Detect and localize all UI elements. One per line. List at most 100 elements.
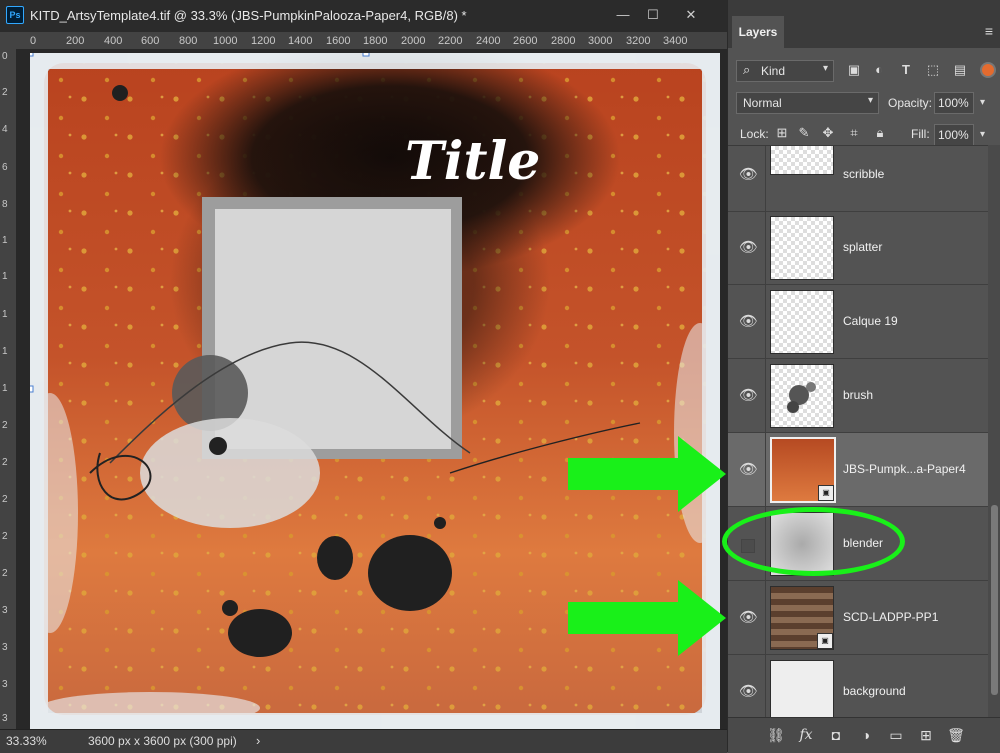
layer-row-scribble[interactable]: 👁︎ scribble <box>728 146 988 212</box>
ruler-tick: 1 <box>2 346 8 357</box>
vertical-ruler[interactable]: 0 2 4 6 8 1 1 1 1 1 2 2 2 2 2 3 3 3 3 <box>0 49 17 729</box>
layer-mask-icon[interactable]: ◘ <box>826 726 846 744</box>
layer-name[interactable]: splatter <box>843 240 882 254</box>
layers-panel-footer: ⛓︎ fx ◘ ◑ ▭ ⊞ 🗑︎ <box>728 717 1000 753</box>
ruler-tick: 8 <box>2 199 8 210</box>
link-layers-icon[interactable]: ⛓︎ <box>766 726 786 744</box>
ruler-tick: 2 <box>2 531 8 542</box>
ruler-tick: 4 <box>2 124 8 135</box>
ruler-tick: 2 <box>2 420 8 431</box>
smart-object-filter-icon[interactable]: ▤ <box>952 62 968 78</box>
layer-thumbnail <box>770 364 834 428</box>
fill-value: 100% <box>938 128 969 142</box>
ruler-tick: 1400 <box>288 35 313 47</box>
eye-icon[interactable]: 👁︎ <box>739 387 758 405</box>
green-highlight-ellipse <box>722 507 905 576</box>
status-bar: 33.33% 3600 px x 3600 px (300 ppi) › <box>0 729 727 753</box>
ruler-origin[interactable] <box>0 32 16 49</box>
ruler-tick: 400 <box>104 35 123 47</box>
eye-icon[interactable]: 👁︎ <box>739 239 758 257</box>
fill-slider-chevron-icon[interactable]: ▾ <box>980 129 985 140</box>
layers-scrollbar[interactable] <box>988 145 1000 717</box>
group-folder-icon[interactable]: ▭ <box>886 726 906 744</box>
layer-row-calque-19[interactable]: 👁︎ Calque 19 <box>728 285 988 359</box>
divider <box>765 146 766 211</box>
horizontal-ruler[interactable]: 0 200 400 600 800 1000 1200 1400 1600 18… <box>16 32 727 50</box>
layers-panel: Layers ≡ ⌕ Kind ▾ ▣ ◐ T ⬚ ▤ Normal ▾ Opa… <box>727 0 1000 753</box>
adjustment-layer-icon[interactable]: ◑ <box>856 726 876 744</box>
fx-icon[interactable]: fx <box>796 726 816 744</box>
lock-image-pixels-icon[interactable]: ✎ <box>796 125 812 141</box>
divider <box>765 285 766 358</box>
image-filter-icon[interactable]: ▣ <box>846 62 862 78</box>
opacity-field[interactable]: 100% <box>934 92 974 114</box>
eye-icon[interactable]: 👁︎ <box>739 683 758 701</box>
layer-name[interactable]: background <box>843 684 906 698</box>
eye-icon[interactable]: 👁︎ <box>739 313 758 331</box>
fill-field[interactable]: 100% <box>934 124 974 146</box>
document-title-bar[interactable]: Ps KITD_ArtsyTemplate4.tif @ 33.3% (JBS-… <box>0 0 727 32</box>
scrollbar-thumb[interactable] <box>991 505 998 695</box>
lock-position-icon[interactable]: ✥ <box>820 125 836 141</box>
status-menu-arrow[interactable]: › <box>256 733 260 748</box>
ruler-tick: 1 <box>2 383 8 394</box>
ruler-tick: 2200 <box>438 35 463 47</box>
layer-thumbnail: ▣ <box>770 586 834 650</box>
shape-filter-icon[interactable]: ⬚ <box>925 62 941 78</box>
delete-layer-icon[interactable]: 🗑︎ <box>946 726 966 744</box>
ruler-tick: 1 <box>2 309 8 320</box>
photo-placeholder[interactable] <box>215 209 451 449</box>
minimize-button[interactable]: — <box>612 6 634 24</box>
ruler-tick: 1600 <box>326 35 351 47</box>
zoom-level[interactable]: 33.33% <box>6 734 47 748</box>
ruler-tick: 1 <box>2 235 8 246</box>
ruler-tick: 2400 <box>476 35 501 47</box>
layer-name[interactable]: brush <box>843 388 873 402</box>
smart-object-badge-icon: ▣ <box>818 485 834 501</box>
filter-toggle-switch[interactable] <box>980 62 996 78</box>
green-arrow-icon <box>568 436 726 512</box>
chevron-down-icon: ▾ <box>867 95 873 106</box>
close-button[interactable]: ✕ <box>680 6 702 24</box>
document-title: KITD_ArtsyTemplate4.tif @ 33.3% (JBS-Pum… <box>30 8 467 23</box>
ruler-tick: 0 <box>30 35 37 47</box>
layer-filter-dropdown[interactable]: ⌕ Kind ▾ <box>736 60 834 82</box>
layer-name[interactable]: Calque 19 <box>843 314 898 328</box>
divider <box>765 655 766 718</box>
layer-thumbnail <box>770 660 834 718</box>
new-layer-icon[interactable]: ⊞ <box>916 726 936 744</box>
panel-menu-icon[interactable]: ≡ <box>985 23 993 39</box>
ruler-tick: 2000 <box>401 35 426 47</box>
layer-row-scd-ladpp-pp1[interactable]: 👁︎ ▣ SCD-LADPP-PP1 <box>728 581 988 655</box>
blend-mode-dropdown[interactable]: Normal ▾ <box>736 92 879 114</box>
eye-icon[interactable]: 👁︎ <box>739 609 758 627</box>
ruler-tick: 2 <box>2 568 8 579</box>
layer-name[interactable]: SCD-LADPP-PP1 <box>843 610 938 624</box>
divider <box>765 433 766 506</box>
layer-row-splatter[interactable]: 👁︎ splatter <box>728 211 988 285</box>
layer-row-background[interactable]: 👁︎ background <box>728 655 988 718</box>
opacity-slider-chevron-icon[interactable]: ▾ <box>980 97 985 108</box>
blend-mode-value: Normal <box>743 96 782 110</box>
lock-all-icon[interactable]: 🔒︎ <box>872 125 888 141</box>
eye-icon[interactable]: 👁︎ <box>739 166 758 184</box>
ruler-tick: 1 <box>2 271 8 282</box>
layer-row-brush[interactable]: 👁︎ brush <box>728 359 988 433</box>
maximize-button[interactable]: ☐ <box>642 6 664 24</box>
eye-icon[interactable]: 👁︎ <box>739 461 758 479</box>
lock-transparent-pixels-icon[interactable]: ⊞ <box>774 125 790 141</box>
filter-kind-label: Kind <box>761 64 786 78</box>
layer-thumbnail: ▣ <box>770 437 836 503</box>
adjustment-filter-icon[interactable]: ◐ <box>871 62 887 78</box>
type-filter-icon[interactable]: T <box>898 62 914 78</box>
brush-thumbnail-art <box>787 382 816 413</box>
layer-name[interactable]: scribble <box>843 167 884 181</box>
tab-layers[interactable]: Layers <box>732 16 784 48</box>
layer-name[interactable]: JBS-Pumpk...a-Paper4 <box>843 462 966 476</box>
ruler-tick: 2 <box>2 87 8 98</box>
lock-artboard-icon[interactable]: ⌗ <box>846 125 862 141</box>
ruler-tick: 2 <box>2 494 8 505</box>
layers-list: 👁︎ scribble 👁︎ splatter 👁︎ Calque 19 👁︎ <box>728 145 988 718</box>
divider <box>765 581 766 654</box>
layer-row-jbs-paper[interactable]: 👁︎ ▣ JBS-Pumpk...a-Paper4 <box>728 433 988 507</box>
